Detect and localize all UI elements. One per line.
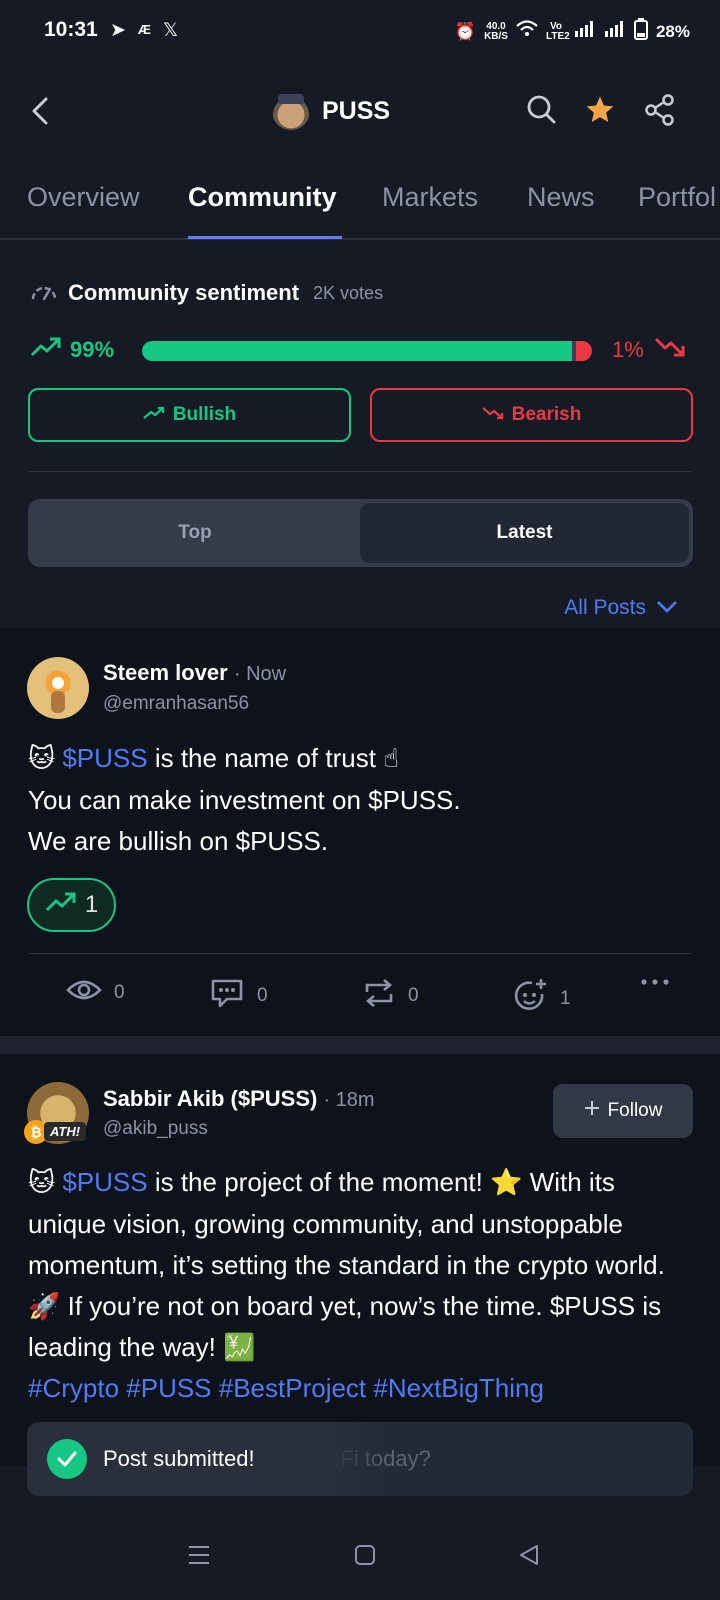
tab-overview[interactable]: Overview	[27, 182, 140, 213]
trend-up-icon	[45, 891, 77, 920]
trend-down-icon	[481, 404, 504, 426]
post-author[interactable]: Sabbir Akib ($PUSS) · 18m	[103, 1086, 375, 1112]
tab-news[interactable]: News	[527, 182, 595, 213]
system-nav-bar	[0, 1520, 720, 1600]
net-speed: 40.0 KB/S	[484, 20, 508, 42]
bearish-bar-fill	[576, 341, 592, 361]
add-reaction-icon	[512, 978, 548, 1020]
menu-icon[interactable]	[188, 1544, 210, 1571]
cashtag-link[interactable]: $PUSS	[62, 743, 147, 773]
sentiment-bar	[142, 341, 592, 361]
bullish-button[interactable]: Bullish	[28, 388, 351, 442]
volte-label: Vo LTE2	[545, 20, 570, 42]
app-icon: Æ	[137, 22, 151, 37]
reactions-action[interactable]: 1	[512, 978, 571, 1020]
sort-toggle: Top Latest	[28, 499, 693, 567]
status-time: 10:31	[44, 18, 98, 41]
star-icon[interactable]	[584, 94, 616, 131]
post-author[interactable]: Steem lover · Now	[103, 660, 286, 686]
bullish-bar-fill	[142, 341, 572, 361]
post-handle[interactable]: @emranhasan56	[103, 693, 249, 715]
wifi-icon	[516, 20, 538, 43]
cashtag-link[interactable]: $PUSS	[62, 1167, 147, 1197]
token-title: PUSS	[272, 92, 390, 130]
divider	[28, 953, 692, 954]
toast-text: Post submitted!	[103, 1446, 255, 1471]
battery-icon	[633, 18, 648, 45]
hashtags[interactable]: #Crypto #PUSS #BestProject #NextBigThing	[28, 1373, 544, 1403]
bearish-button[interactable]: Bearish	[370, 388, 693, 442]
telegram-icon: ➤	[110, 20, 126, 41]
eye-icon	[66, 978, 102, 1008]
bearish-percent: 1%	[612, 336, 686, 364]
status-left-icons: ➤ Æ 𝕏	[110, 19, 178, 42]
avatar[interactable]	[27, 657, 89, 719]
signal-icon	[574, 21, 596, 42]
post-separator	[0, 1036, 720, 1054]
tab-community[interactable]: Community	[188, 182, 337, 213]
repost-action[interactable]: 0	[362, 978, 419, 1014]
battery-percent: 28%	[655, 21, 690, 41]
page-title: PUSS	[322, 96, 391, 125]
token-avatar	[272, 92, 310, 130]
signal2-icon	[604, 21, 626, 42]
search-icon[interactable]	[526, 94, 556, 129]
tab-portfolio[interactable]: Portfol	[638, 182, 716, 213]
sentiment-header: Community sentiment 2K votes	[30, 280, 383, 306]
back-arrow-icon[interactable]	[30, 96, 52, 131]
back-icon[interactable]	[518, 1544, 540, 1571]
post-time: · 18m	[323, 1089, 375, 1111]
trend-up-icon	[143, 404, 165, 426]
gauge-icon	[30, 281, 58, 306]
comments-action[interactable]: 0	[209, 978, 268, 1014]
status-right-icons: ⏰ 40.0 KB/S Vo LTE2 28%	[455, 18, 690, 45]
sentiment-votes: 2K votes	[313, 282, 384, 303]
sort-latest-button[interactable]: Latest	[360, 503, 689, 563]
divider	[28, 471, 692, 472]
trend-up-icon	[30, 336, 62, 364]
toast-notification: Post submitted!	[27, 1422, 387, 1496]
alarm-icon: ⏰	[454, 21, 477, 41]
ath-badge: ATH!	[44, 1122, 87, 1141]
follow-button[interactable]: Follow	[553, 1084, 693, 1138]
tab-bar: Overview Community Markets News Portfol	[0, 172, 720, 240]
more-icon[interactable]	[640, 978, 670, 986]
share-icon[interactable]	[644, 94, 676, 131]
post-body: 🐱 $PUSS is the name of trust ☝ You can m…	[28, 743, 461, 856]
bullish-percent: 99%	[30, 336, 114, 364]
home-icon[interactable]	[354, 1544, 376, 1571]
cat-emoji-icon: 🐱	[28, 744, 56, 774]
repost-icon	[362, 978, 396, 1014]
app-header: PUSS	[0, 80, 720, 144]
x-icon: 𝕏	[162, 20, 179, 41]
post-time: · Now	[233, 663, 287, 685]
sentiment-bar-row: 99% 1%	[30, 336, 692, 366]
post-handle[interactable]: @akib_puss	[103, 1118, 208, 1140]
plus-icon	[584, 1100, 600, 1122]
sentiment-title: Community sentiment	[68, 280, 300, 305]
all-posts-dropdown[interactable]: All Posts	[564, 596, 678, 620]
chevron-down-icon	[656, 596, 678, 620]
tab-markets[interactable]: Markets	[382, 182, 478, 213]
trend-down-icon	[654, 336, 686, 364]
active-tab-indicator	[188, 236, 342, 239]
bullish-reaction-chip[interactable]: 1	[27, 878, 116, 932]
status-bar: 10:31 ➤ Æ 𝕏 ⏰ 40.0 KB/S Vo LTE2 28%	[0, 0, 720, 64]
cat-emoji-icon: 🐱	[28, 1168, 56, 1198]
sort-top-button[interactable]: Top	[32, 503, 358, 563]
views-action[interactable]: 0	[66, 978, 125, 1008]
post-body: 🐱 $PUSS is the project of the moment! ⭐ …	[28, 1167, 665, 1403]
comment-icon	[209, 978, 245, 1014]
check-icon	[47, 1439, 87, 1479]
